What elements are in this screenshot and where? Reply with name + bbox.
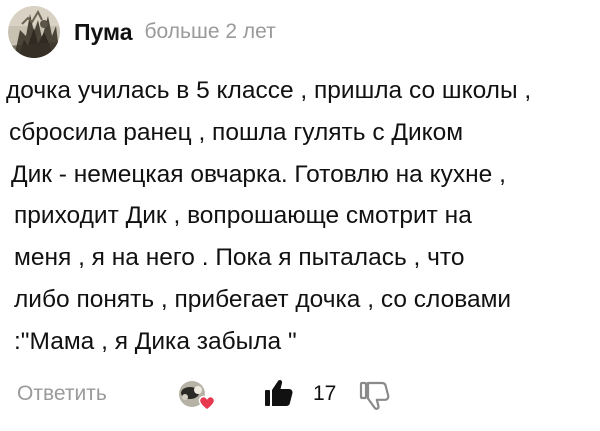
reaction-avatar-heart-icon [179,381,216,411]
comment-line: сбросила ранец , пошла гулять с Диком [9,119,464,146]
reply-button[interactable]: Ответить [17,382,107,406]
reaction-summary[interactable] [177,379,217,413]
thumbs-up-icon [265,379,293,406]
like-button[interactable] [262,377,294,409]
like-count: 17 [313,382,337,405]
comment-line: меня , я на него . Пока я пыталась , что [14,244,465,271]
comment-header: Пума больше 2 лет [8,6,276,58]
comment-line: Дик - немецкая овчарка. Готовлю на кухне… [11,161,506,188]
comment-line: дочка училась в 5 классе , пришла со шко… [6,77,532,104]
comment-line: либо понять , прибегает дочка , со слова… [14,286,512,313]
dislike-button[interactable] [358,380,390,412]
avatar-image [8,6,60,58]
author-name[interactable]: Пума [74,19,133,46]
comment-line: :"Мама , я Дика забыла " [14,328,297,355]
comment-line: приходит Дик , вопрошающе смотрит на [14,202,472,229]
comment-time: больше 2 лет [144,20,276,43]
thumbs-down-icon [359,381,390,410]
comment-actions: Ответить 17 [0,374,600,418]
author-avatar[interactable] [8,6,60,58]
